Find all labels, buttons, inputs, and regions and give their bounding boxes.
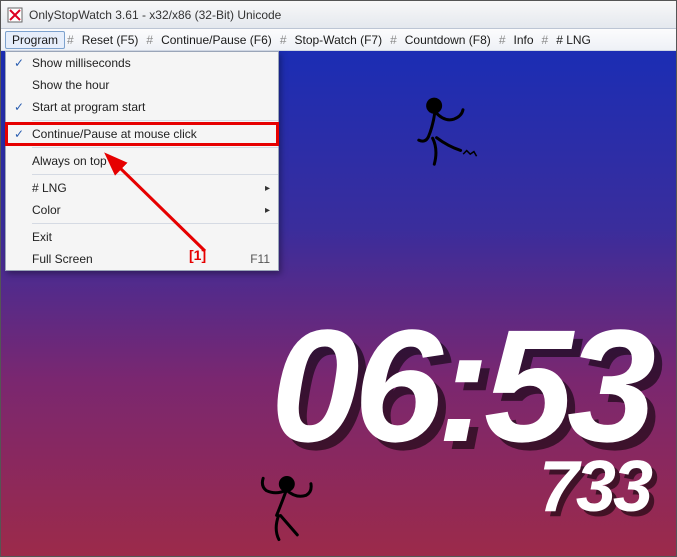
menu-sep: # — [388, 33, 399, 47]
dancing-figure-icon — [401, 89, 481, 178]
menu-sep: # — [540, 33, 551, 47]
annotation-label: [1] — [189, 247, 206, 263]
timer-main: 06:53 — [271, 306, 650, 466]
stopwatch-canvas[interactable]: 06:53 733 ✓ Show milliseconds Show the h… — [1, 51, 676, 556]
menu-item-start-at-program-start[interactable]: ✓ Start at program start — [6, 96, 278, 118]
dancing-figure-icon — [248, 468, 323, 553]
menu-lng[interactable]: # LNG — [550, 31, 597, 49]
menubar: Program # Reset (F5) # Continue/Pause (F… — [1, 29, 676, 51]
menu-separator — [32, 223, 278, 224]
menu-stopwatch[interactable]: Stop-Watch (F7) — [289, 31, 389, 49]
titlebar: OnlyStopWatch 3.61 - x32/x86 (32-Bit) Un… — [1, 1, 676, 29]
menu-sep: # — [497, 33, 508, 47]
timer-milliseconds: 733 — [539, 446, 650, 528]
menu-item-exit[interactable]: Exit — [6, 226, 278, 248]
submenu-arrow-icon: ▸ — [259, 183, 270, 194]
menu-separator — [32, 147, 278, 148]
check-icon: ✓ — [6, 100, 32, 114]
menu-sep: # — [144, 33, 155, 47]
menu-reset[interactable]: Reset (F5) — [76, 31, 145, 49]
menu-sep: # — [65, 33, 76, 47]
check-icon: ✓ — [6, 56, 32, 70]
menu-item-show-ms[interactable]: ✓ Show milliseconds — [6, 52, 278, 74]
program-dropdown: ✓ Show milliseconds Show the hour ✓ Star… — [5, 51, 279, 271]
menu-program[interactable]: Program — [5, 31, 65, 49]
menu-item-show-hour[interactable]: Show the hour — [6, 74, 278, 96]
submenu-arrow-icon: ▸ — [259, 205, 270, 216]
menu-countdown[interactable]: Countdown (F8) — [399, 31, 497, 49]
check-icon: ✓ — [6, 127, 32, 141]
menu-sep: # — [278, 33, 289, 47]
window-title: OnlyStopWatch 3.61 - x32/x86 (32-Bit) Un… — [29, 8, 281, 22]
menu-accelerator: F11 — [242, 252, 270, 266]
menu-item-always-on-top[interactable]: Always on top — [6, 150, 278, 172]
menu-item-fullscreen[interactable]: Full Screen F11 — [6, 248, 278, 270]
app-icon — [7, 7, 23, 23]
menu-info[interactable]: Info — [508, 31, 540, 49]
menu-continue-pause[interactable]: Continue/Pause (F6) — [155, 31, 278, 49]
menu-item-color[interactable]: Color ▸ — [6, 199, 278, 221]
menu-item-continue-pause-click[interactable]: ✓ Continue/Pause at mouse click — [6, 123, 278, 145]
menu-separator — [32, 174, 278, 175]
menu-item-lng[interactable]: # LNG ▸ — [6, 177, 278, 199]
menu-separator — [32, 120, 278, 121]
